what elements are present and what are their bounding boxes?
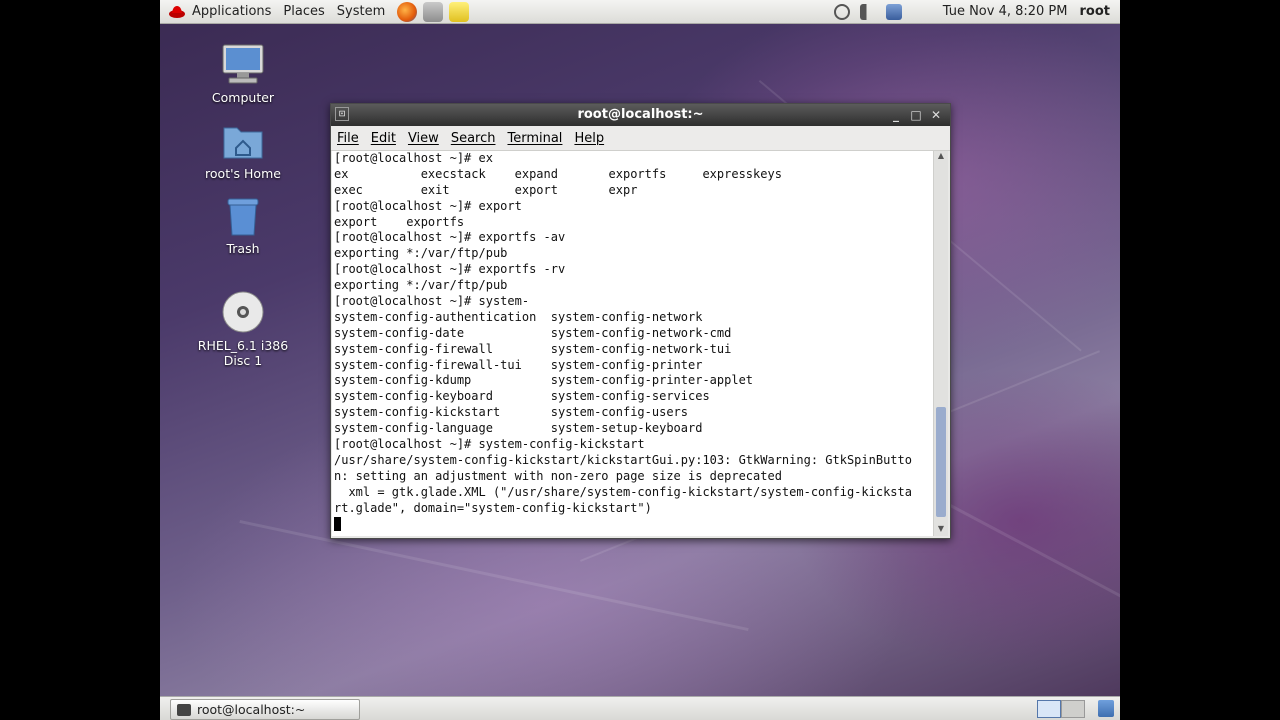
volume-icon[interactable]: [859, 3, 876, 20]
mail-icon[interactable]: [423, 1, 444, 22]
menu-view[interactable]: View: [402, 131, 445, 146]
terminal-line: system-config-date system-config-network…: [334, 325, 732, 340]
maximize-icon[interactable]: □: [908, 107, 924, 123]
terminal-line: xml = gtk.glade.XML ("/usr/share/system-…: [334, 484, 912, 499]
desktop-icon-computer[interactable]: Computer: [183, 42, 303, 105]
terminal-line: system-config-keyboard system-config-ser…: [334, 389, 710, 404]
desktop-icon-label: Trash: [226, 241, 260, 256]
minimize-icon[interactable]: _: [888, 107, 904, 123]
terminal-output[interactable]: [root@localhost ~]# ex ex execstack expa…: [332, 151, 933, 536]
menu-bar: File Edit View Search Terminal Help: [331, 126, 950, 151]
top-panel: Applications Places System Tue Nov 4, 8:…: [160, 0, 1120, 24]
applications-menu[interactable]: Applications: [186, 0, 277, 23]
panel-tray: Tue Nov 4, 8:20 PM root: [829, 0, 1120, 23]
menu-terminal[interactable]: Terminal: [501, 131, 568, 146]
system-menu[interactable]: System: [331, 0, 391, 23]
terminal-line: exporting *:/var/ftp/pub: [334, 246, 508, 261]
menu-search[interactable]: Search: [445, 131, 502, 146]
terminal-line: exporting *:/var/ftp/pub: [334, 278, 508, 293]
terminal-line: n: setting an adjustment with non-zero p…: [334, 468, 782, 483]
scroll-up-icon[interactable]: ▲: [934, 151, 948, 163]
notes-icon[interactable]: [449, 1, 470, 22]
terminal-line: system-config-authentication system-conf…: [334, 309, 703, 324]
menu-edit[interactable]: Edit: [365, 131, 402, 146]
terminal-window[interactable]: ⊡ root@localhost:~ _ □ ✕ File Edit View …: [330, 103, 951, 539]
terminal-line: rt.glade", domain="system-config-kicksta…: [334, 500, 652, 515]
taskbar-terminal-button[interactable]: root@localhost:~: [170, 699, 360, 720]
window-menu-icon[interactable]: ⊡: [335, 107, 349, 121]
terminal-line: [root@localhost ~]# export: [334, 198, 522, 213]
trash-applet-icon[interactable]: [1098, 700, 1114, 717]
terminal-line: export exportfs: [334, 214, 465, 229]
trash-icon: [221, 197, 265, 237]
window-title-bar[interactable]: ⊡ root@localhost:~ _ □ ✕: [331, 104, 950, 126]
firefox-icon[interactable]: [397, 1, 418, 22]
terminal-line: ex execstack expand exportfs expresskeys: [334, 166, 782, 181]
folder-home-icon: [221, 122, 265, 162]
terminal-line: exec exit export expr: [334, 182, 638, 197]
close-icon[interactable]: ✕: [928, 107, 944, 123]
terminal-line: system-config-firewall system-config-net…: [334, 341, 732, 356]
workspace-2-icon[interactable]: [1061, 700, 1085, 718]
desktop-icon-disc[interactable]: RHEL_6.1 i386 Disc 1: [183, 290, 303, 368]
menu-file[interactable]: File: [331, 131, 365, 146]
clock[interactable]: Tue Nov 4, 8:20 PM: [937, 0, 1074, 23]
scrollbar[interactable]: ▲ ▼: [933, 151, 948, 536]
places-menu[interactable]: Places: [277, 0, 330, 23]
terminal-icon: [177, 703, 191, 716]
desktop-icon-home[interactable]: root's Home: [183, 122, 303, 181]
menu-help[interactable]: Help: [568, 131, 610, 146]
terminal-cursor: [334, 516, 341, 531]
computer-icon: [221, 42, 265, 86]
bottom-panel: root@localhost:~: [160, 696, 1120, 720]
desktop-icon-trash[interactable]: Trash: [183, 197, 303, 256]
scroll-thumb[interactable]: [936, 407, 946, 517]
update-icon[interactable]: [833, 3, 850, 20]
terminal-line: system-config-firewall-tui system-config…: [334, 357, 703, 372]
terminal-line: [root@localhost ~]# exportfs -rv: [334, 262, 566, 277]
redhat-logo-icon[interactable]: [168, 4, 186, 20]
terminal-line: [root@localhost ~]# ex: [334, 151, 493, 165]
workspace-1-icon[interactable]: [1037, 700, 1061, 718]
terminal-line: [root@localhost ~]# system-config-kickst…: [334, 437, 645, 452]
terminal-line: system-config-kdump system-config-printe…: [334, 373, 754, 388]
taskbar-label: root@localhost:~: [197, 702, 306, 717]
desktop-icon-label: RHEL_6.1 i386 Disc 1: [197, 338, 289, 368]
terminal-line: system-config-kickstart system-config-us…: [334, 405, 689, 420]
network-icon[interactable]: [885, 3, 902, 20]
terminal-line: [root@localhost ~]# exportfs -av: [334, 230, 566, 245]
terminal-cursor-line: [334, 516, 933, 532]
user-name[interactable]: root: [1074, 0, 1117, 23]
desktop-icon-label: root's Home: [205, 166, 281, 181]
terminal-line: /usr/share/system-config-kickstart/kicks…: [334, 452, 912, 467]
terminal-line: [root@localhost ~]# system-: [334, 294, 530, 309]
scroll-down-icon[interactable]: ▼: [934, 524, 948, 536]
window-title: root@localhost:~: [577, 107, 704, 122]
desktop: Applications Places System Tue Nov 4, 8:…: [160, 0, 1120, 720]
disc-icon: [221, 290, 265, 334]
desktop-icon-label: Computer: [211, 90, 275, 105]
terminal-line: system-config-language system-setup-keyb…: [334, 421, 703, 436]
